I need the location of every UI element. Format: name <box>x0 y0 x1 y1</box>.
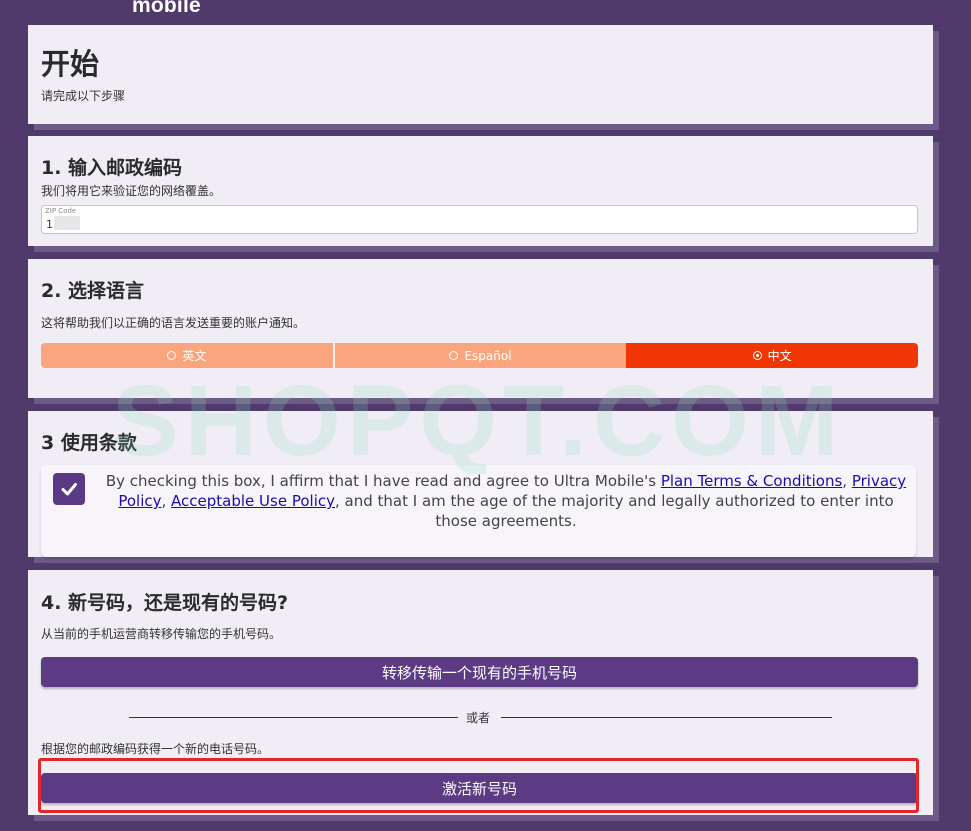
number-card: 4. 新号码，还是现有的号码? 从当前的手机运营商转移传输您的手机号码。 转移传… <box>28 570 933 815</box>
zip-step-title: 1. 输入邮政编码 <box>41 157 183 179</box>
plan-terms-link[interactable]: Plan Terms & Conditions <box>661 472 842 490</box>
language-radio-group: 英文 Español 中文 <box>41 343 918 368</box>
zip-code-label: ZIP Code <box>45 207 77 215</box>
terms-step-title: 3 使用条款 <box>41 432 137 454</box>
zip-code-value: 1 <box>46 218 53 231</box>
terms-text: By checking this box, I affirm that I ha… <box>105 471 907 531</box>
transfer-number-button[interactable]: 转移传输一个现有的手机号码 <box>41 657 918 687</box>
language-option-label: Español <box>464 348 512 363</box>
language-option-spanish[interactable]: Español <box>334 343 627 368</box>
number-step-desc: 从当前的手机运营商转移传输您的手机号码。 <box>41 627 282 641</box>
divider-line <box>129 717 458 718</box>
language-option-label: 英文 <box>182 349 207 363</box>
number-step-title: 4. 新号码，还是现有的号码? <box>41 592 289 614</box>
terms-separator: , <box>161 492 172 510</box>
checkmark-icon <box>61 483 77 496</box>
terms-text-intro: By checking this box, I affirm that I ha… <box>105 472 661 490</box>
intro-card: 开始 请完成以下步骤 <box>28 25 933 124</box>
terms-checkbox-box: By checking this box, I affirm that I ha… <box>41 465 916 557</box>
terms-card: 3 使用条款 By checking this box, I affirm th… <box>28 411 933 557</box>
language-step-title: 2. 选择语言 <box>41 280 145 302</box>
terms-text-outro: , and that I am the age of the majority … <box>335 492 894 530</box>
acceptable-use-policy-link[interactable]: Acceptable Use Policy <box>171 492 335 510</box>
new-number-desc: 根据您的邮政编码获得一个新的电话号码。 <box>41 742 270 756</box>
highlight-annotation <box>38 758 919 813</box>
language-card: 2. 选择语言 这将帮助我们以正确的语言发送重要的账户通知。 英文 Españo… <box>28 259 933 398</box>
radio-unchecked-icon <box>167 351 177 360</box>
terms-separator: , <box>842 472 852 490</box>
zip-step-desc: 我们将用它来验证您的网络覆盖。 <box>41 184 222 198</box>
zip-code-input[interactable]: ZIP Code 1 <box>41 205 918 234</box>
radio-checked-icon <box>752 351 762 360</box>
or-divider: 或者 <box>129 709 832 725</box>
language-option-label: 中文 <box>767 349 792 363</box>
zip-card: 1. 输入邮政编码 我们将用它来验证您的网络覆盖。 ZIP Code 1 <box>28 136 933 246</box>
page-subtitle: 请完成以下步骤 <box>41 89 126 103</box>
or-label: 或者 <box>466 711 491 725</box>
divider-line <box>501 717 832 718</box>
page-title: 开始 <box>41 47 100 81</box>
brand-logo-text: mobile <box>132 0 201 17</box>
radio-unchecked-icon <box>449 351 459 360</box>
language-step-desc: 这将帮助我们以正确的语言发送重要的账户通知。 <box>41 316 306 330</box>
language-option-english[interactable]: 英文 <box>41 343 335 368</box>
redacted-zip-digits <box>54 216 80 230</box>
language-option-chinese[interactable]: 中文 <box>626 343 918 368</box>
terms-checkbox[interactable] <box>53 473 85 505</box>
